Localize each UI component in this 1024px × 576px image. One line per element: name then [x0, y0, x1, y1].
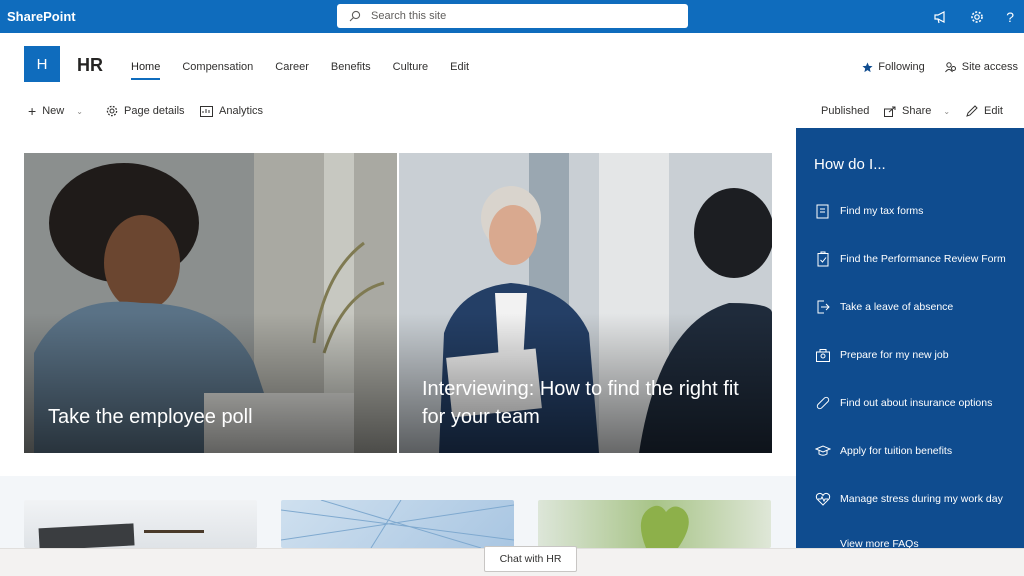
published-label: Published	[821, 105, 870, 117]
clipboard-icon	[814, 250, 832, 268]
site-header: H HR Home Compensation Career Benefits C…	[0, 33, 1024, 95]
search-icon	[349, 10, 361, 22]
gear-icon[interactable]	[970, 10, 984, 24]
share-button[interactable]: Share ⌄	[884, 105, 950, 117]
analytics-icon	[200, 105, 213, 117]
chevron-down-icon: ⌄	[943, 106, 951, 116]
link-manage-stress[interactable]: Manage stress during my work day	[814, 490, 1003, 508]
link-tuition[interactable]: Apply for tuition benefits	[814, 442, 952, 460]
link-label: Take a leave of absence	[840, 301, 954, 313]
chevron-down-icon: ⌄	[76, 106, 83, 116]
link-label: Apply for tuition benefits	[840, 445, 953, 457]
hero-tile-interviewing[interactable]: Interviewing: How to find the right fit …	[399, 153, 772, 453]
link-tax-forms[interactable]: Find my tax forms	[814, 202, 923, 220]
panel-title: How do I...	[814, 156, 886, 173]
megaphone-icon[interactable]	[933, 10, 948, 24]
new-label: New	[42, 105, 65, 117]
new-button[interactable]: + New ⌄	[28, 103, 83, 119]
news-card-3[interactable]	[538, 500, 771, 548]
nav-compensation[interactable]: Compensation	[182, 61, 253, 80]
tax-form-icon	[814, 202, 832, 220]
following-label: Following	[878, 61, 925, 73]
link-label: Find out about insurance options	[840, 397, 993, 409]
share-label: Share	[902, 105, 932, 117]
exit-icon	[814, 298, 832, 316]
link-label: Prepare for my new job	[840, 349, 949, 361]
star-icon	[862, 61, 873, 72]
site-nav: Home Compensation Career Benefits Cultur…	[131, 61, 491, 80]
link-label: Find the Performance Review Form	[840, 253, 1006, 265]
analytics-button[interactable]: Analytics	[200, 105, 263, 117]
news-card-3-image	[640, 505, 689, 548]
nav-edit[interactable]: Edit	[450, 61, 469, 80]
search-placeholder: Search this site	[371, 10, 447, 22]
tile-title-poll[interactable]: Take the employee poll	[48, 403, 253, 431]
news-card-2[interactable]	[281, 500, 514, 548]
settings-icon	[106, 105, 118, 117]
graduation-cap-icon	[814, 442, 832, 460]
following-button[interactable]: Following	[862, 61, 925, 73]
tile-title-interviewing[interactable]: Interviewing: How to find the right fit …	[422, 375, 742, 431]
site-access-button[interactable]: Site access	[944, 61, 1018, 73]
site-access-label: Site access	[961, 61, 1018, 73]
pencil-icon	[966, 105, 978, 117]
bandage-icon	[814, 394, 832, 412]
nav-benefits[interactable]: Benefits	[331, 61, 371, 80]
command-bar: + New ⌄ Page details Analytics Published…	[0, 95, 1024, 128]
link-insurance[interactable]: Find out about insurance options	[814, 394, 992, 412]
edit-button[interactable]: Edit	[966, 105, 1003, 117]
app-brand[interactable]: SharePoint	[0, 9, 76, 24]
edit-label: Edit	[984, 105, 1003, 117]
nav-culture[interactable]: Culture	[393, 61, 428, 80]
site-logo[interactable]: H	[24, 46, 60, 82]
news-card-1[interactable]	[24, 500, 257, 548]
link-label: Manage stress during my work day	[840, 493, 1003, 505]
share-icon	[884, 106, 896, 117]
hero-tile-poll[interactable]: Take the employee poll	[24, 153, 397, 453]
plus-icon: +	[28, 103, 37, 119]
news-card-1-image	[38, 523, 204, 548]
page-details-label: Page details	[124, 105, 185, 117]
page-details-button[interactable]: Page details	[106, 105, 185, 117]
news-card-2-image	[281, 500, 514, 548]
link-leave-of-absence[interactable]: Take a leave of absence	[814, 298, 953, 316]
link-label: Find my tax forms	[840, 205, 924, 217]
nav-career[interactable]: Career	[275, 61, 309, 80]
onboarding-icon	[814, 346, 832, 364]
people-icon	[944, 62, 956, 73]
chat-with-hr-button[interactable]: Chat with HR	[484, 546, 577, 572]
suite-bar: SharePoint Search this site ?	[0, 0, 1024, 33]
nav-home[interactable]: Home	[131, 61, 161, 80]
help-icon[interactable]: ?	[1006, 9, 1014, 25]
analytics-label: Analytics	[219, 105, 264, 117]
search-input[interactable]: Search this site	[337, 4, 688, 28]
heart-pulse-icon	[814, 490, 832, 508]
link-new-job[interactable]: Prepare for my new job	[814, 346, 949, 364]
link-performance-review[interactable]: Find the Performance Review Form	[814, 250, 1006, 268]
site-title[interactable]: HR	[77, 55, 103, 76]
how-do-i-panel: How do I... Find my tax forms Find the P…	[796, 128, 1024, 550]
tile-shade	[24, 313, 397, 453]
published-status: Published	[821, 105, 869, 117]
